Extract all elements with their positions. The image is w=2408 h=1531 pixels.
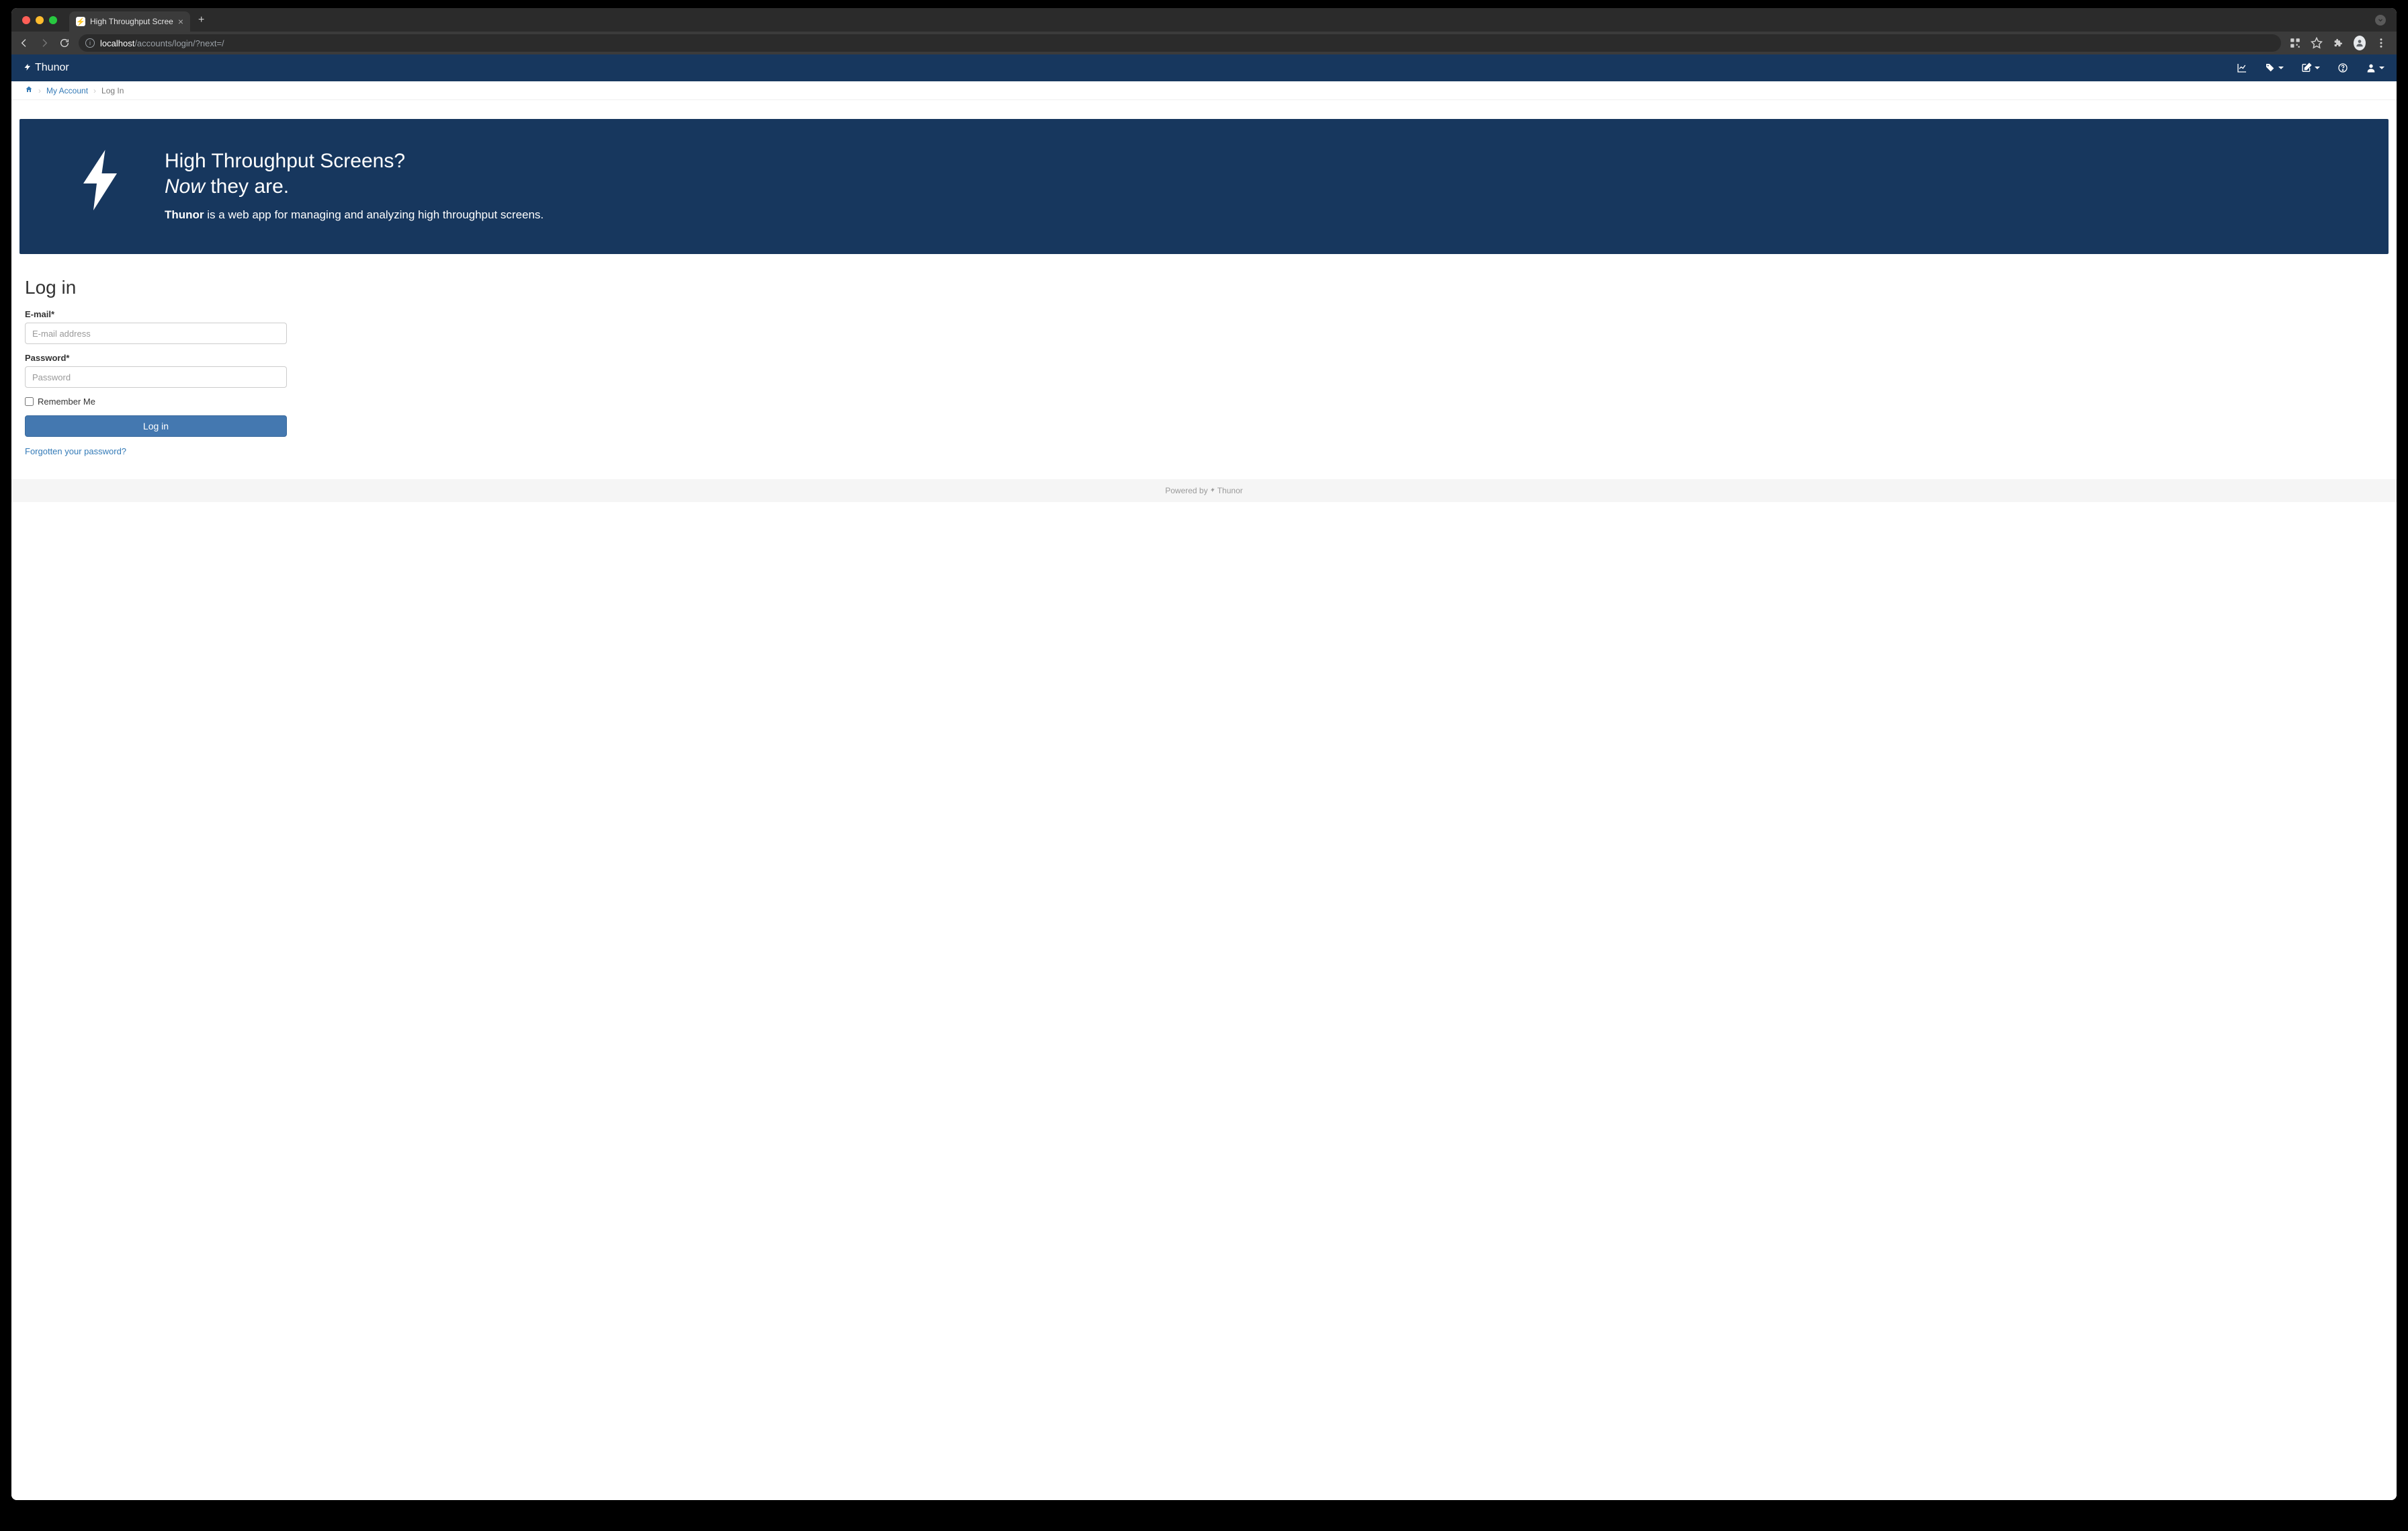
login-form: Log in E-mail* Password* Remember Me Log… <box>11 254 300 471</box>
back-button[interactable] <box>18 37 30 49</box>
url-host: localhost <box>100 38 134 48</box>
breadcrumb-home[interactable] <box>25 85 33 95</box>
hero-title-rest: they are. <box>205 175 289 198</box>
hero-subtitle: Thunor is a web app for managing and ana… <box>165 208 544 222</box>
tab-bar: ⚡ High Throughput Screening | T × + <box>11 8 2397 32</box>
profile-avatar[interactable] <box>2354 37 2366 49</box>
hero-bolt-icon <box>46 150 124 220</box>
remember-label: Remember Me <box>38 397 95 407</box>
browser-chrome: ⚡ High Throughput Screening | T × + i <box>11 8 2397 54</box>
footer-powered-by: Powered by <box>1165 486 1210 495</box>
kebab-menu-icon[interactable] <box>2375 37 2387 49</box>
footer-bolt-icon <box>1210 488 1217 495</box>
tab-close-icon[interactable]: × <box>178 16 183 27</box>
breadcrumb-current: Log In <box>101 86 124 95</box>
forgot-password-link[interactable]: Forgotten your password? <box>25 446 126 456</box>
hero-title-line1: High Throughput Screens? <box>165 150 405 172</box>
hero-sub-bold: Thunor <box>165 208 204 221</box>
login-button[interactable]: Log in <box>25 415 287 437</box>
help-icon[interactable] <box>2337 63 2348 73</box>
login-heading: Log in <box>25 277 287 298</box>
password-label: Password* <box>25 353 287 363</box>
tags-dropdown[interactable] <box>2265 63 2284 73</box>
address-bar: i localhost/accounts/login/?next=/ <box>11 32 2397 54</box>
breadcrumb: › My Account › Log In <box>11 81 2397 100</box>
browser-window: ⚡ High Throughput Screening | T × + i <box>11 8 2397 1500</box>
breadcrumb-separator: › <box>38 86 41 95</box>
email-label: E-mail* <box>25 309 287 319</box>
password-field[interactable] <box>25 366 287 388</box>
reload-button[interactable] <box>58 37 71 49</box>
caret-down-icon <box>2379 67 2384 69</box>
caret-down-icon <box>2278 67 2284 69</box>
page-content: Thunor <box>11 54 2397 1500</box>
footer: Powered by Thunor <box>11 479 2397 502</box>
window-maximize-button[interactable] <box>49 16 57 24</box>
caret-down-icon <box>2315 67 2320 69</box>
user-dropdown[interactable] <box>2366 63 2384 73</box>
window-controls <box>18 16 61 24</box>
address-field[interactable]: i localhost/accounts/login/?next=/ <box>79 34 2281 52</box>
hero-banner: High Throughput Screens? Now they are. T… <box>19 119 2389 254</box>
tab-title: High Throughput Screening | T <box>90 17 173 26</box>
forward-button[interactable] <box>38 37 50 49</box>
hero-title: High Throughput Screens? Now they are. <box>165 149 544 199</box>
chevron-down-icon[interactable] <box>2375 15 2386 26</box>
hero-text: High Throughput Screens? Now they are. T… <box>165 149 544 222</box>
app-navbar: Thunor <box>11 54 2397 81</box>
qr-icon[interactable] <box>2289 37 2301 49</box>
breadcrumb-my-account[interactable]: My Account <box>46 86 88 95</box>
breadcrumb-separator: › <box>93 86 96 95</box>
toolbar-right <box>2289 37 2390 49</box>
extensions-icon[interactable] <box>2332 37 2344 49</box>
hero-sub-rest: is a web app for managing and analyzing … <box>204 208 544 221</box>
chart-icon[interactable] <box>2237 63 2247 73</box>
site-info-icon[interactable]: i <box>85 38 95 48</box>
remember-checkbox[interactable] <box>25 397 34 406</box>
new-tab-button[interactable]: + <box>190 14 212 26</box>
hero-title-italic: Now <box>165 175 205 198</box>
footer-brand: Thunor <box>1217 486 1243 495</box>
window-close-button[interactable] <box>22 16 30 24</box>
window-minimize-button[interactable] <box>36 16 44 24</box>
content: High Throughput Screens? Now they are. T… <box>11 100 2397 1500</box>
bookmark-star-icon[interactable] <box>2311 37 2323 49</box>
nav-icons <box>2237 63 2384 73</box>
url-path: /accounts/login/?next=/ <box>134 38 224 48</box>
edit-dropdown[interactable] <box>2301 63 2320 73</box>
url-text: localhost/accounts/login/?next=/ <box>100 38 224 48</box>
favicon: ⚡ <box>76 17 85 26</box>
email-field[interactable] <box>25 323 287 344</box>
brand-text: Thunor <box>35 62 69 74</box>
brand[interactable]: Thunor <box>24 62 69 75</box>
bolt-icon <box>24 62 32 75</box>
browser-tab[interactable]: ⚡ High Throughput Screening | T × <box>69 11 190 32</box>
